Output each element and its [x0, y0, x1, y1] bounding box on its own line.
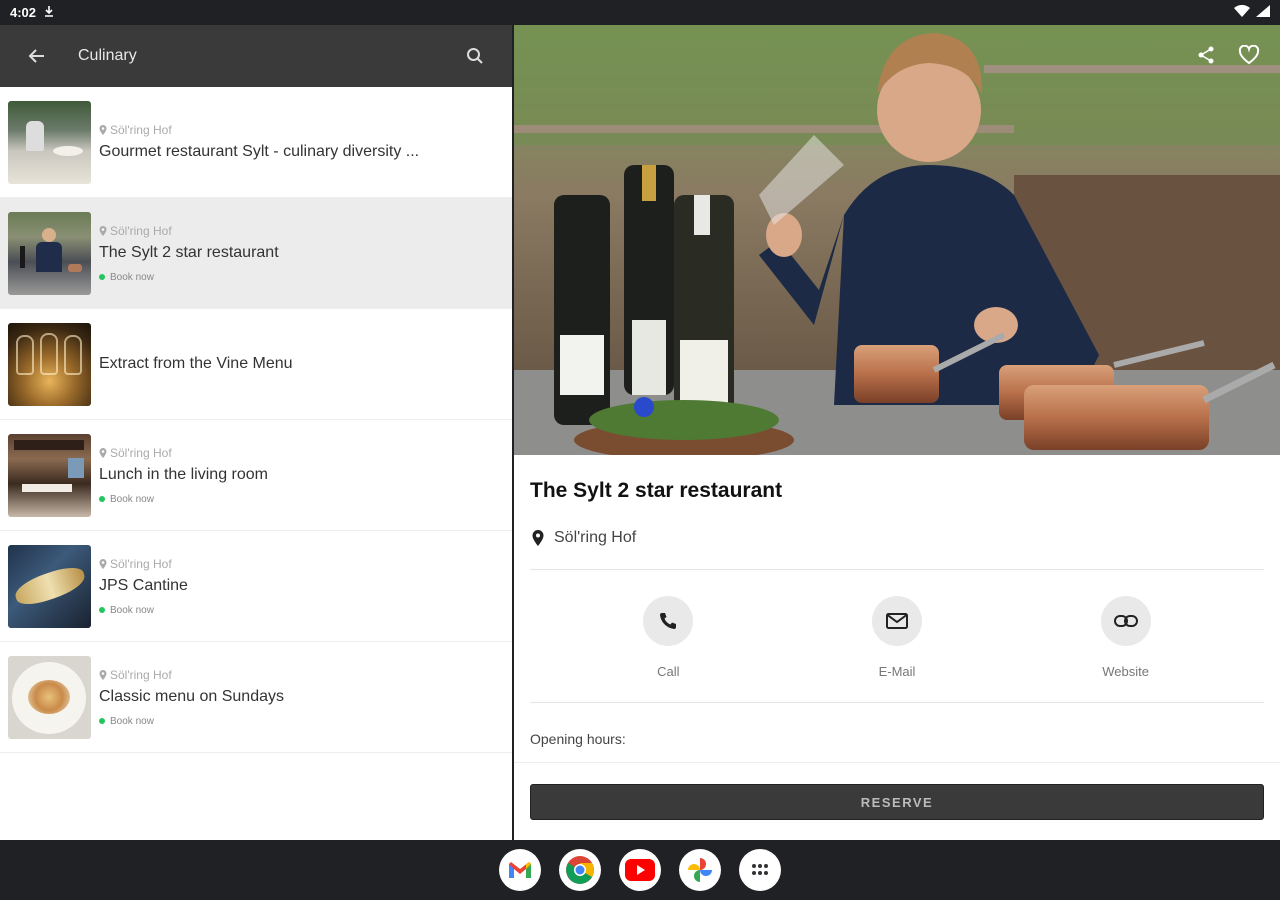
location-pin-icon [99, 669, 107, 680]
gmail-icon[interactable] [499, 849, 541, 891]
call-label: Call [657, 664, 680, 679]
share-icon [1198, 46, 1214, 64]
call-button[interactable]: Call [598, 596, 738, 702]
list-item[interactable]: Söl'ring Hof JPS Cantine Book now [0, 531, 512, 642]
opening-hours-label: Opening hours: [530, 731, 626, 747]
book-now-label: Book now [110, 271, 154, 283]
detail-location-label: Söl'ring Hof [554, 529, 637, 546]
list-item-thumbnail [8, 544, 91, 628]
wifi-icon [1234, 4, 1250, 20]
search-button[interactable] [458, 39, 492, 73]
app-bar: Culinary [0, 25, 512, 87]
list-item-thumbnail [8, 433, 91, 517]
contact-actions: Call E-Mail Website [514, 570, 1280, 702]
list-item-thumbnail [8, 322, 91, 406]
location-pin-icon [99, 125, 107, 135]
book-now-label: Book now [110, 715, 154, 727]
divider [530, 702, 1264, 703]
list-item[interactable]: Söl'ring Hof Gourmet restaurant Sylt - c… [0, 87, 512, 198]
email-button[interactable]: E-Mail [827, 596, 967, 702]
list-item[interactable]: Söl'ring Hof Lunch in the living room Bo… [0, 420, 512, 531]
list-item-location: Söl'ring Hof [110, 445, 172, 460]
detail-location: Söl'ring Hof [532, 529, 1280, 547]
location-pin-icon [532, 530, 544, 546]
app-drawer-icon[interactable] [739, 849, 781, 891]
book-now-label: Book now [110, 604, 154, 616]
list-item-thumbnail [8, 655, 91, 739]
book-now-badge: Book now [99, 272, 279, 283]
taskbar [0, 840, 1280, 900]
download-icon [44, 5, 54, 20]
location-pin-icon [99, 225, 107, 236]
list-item-title: The Sylt 2 star restaurant [99, 243, 279, 261]
favorite-button[interactable] [1238, 44, 1260, 70]
hero-photo [514, 25, 1280, 455]
phone-icon [660, 613, 677, 629]
signal-icon [1256, 5, 1270, 20]
list-item[interactable]: Söl'ring Hof Classic menu on Sundays Boo… [0, 642, 512, 753]
restaurant-list-pane: Culinary Söl'ring Hof Gourmet restaurant… [0, 25, 512, 840]
email-label: E-Mail [878, 664, 916, 679]
list-item[interactable]: Söl'ring Hof The Sylt 2 star restaurant … [0, 198, 512, 309]
share-button[interactable] [1196, 45, 1216, 70]
list-item-thumbnail [8, 211, 91, 295]
website-label: Website [1102, 664, 1149, 679]
heart-icon [1238, 44, 1260, 65]
detail-title: The Sylt 2 star restaurant [530, 479, 783, 502]
availability-dot [99, 496, 105, 502]
reserve-bar: RESERVE [514, 762, 1280, 840]
list-item-title: Extract from the Vine Menu [99, 355, 293, 372]
reserve-button[interactable]: RESERVE [530, 784, 1264, 820]
location-pin-icon [99, 558, 107, 569]
availability-dot [99, 274, 105, 280]
list-item[interactable]: Extract from the Vine Menu [0, 309, 512, 420]
list-item-title: Classic menu on Sundays [99, 687, 284, 705]
back-arrow-icon [28, 49, 44, 63]
list-item-location: Söl'ring Hof [110, 123, 172, 137]
book-now-label: Book now [110, 493, 154, 505]
app-bar-title: Culinary [78, 47, 137, 64]
book-now-badge: Book now [99, 605, 188, 616]
list-item-title: Lunch in the living room [99, 465, 268, 483]
list-item-location: Söl'ring Hof [110, 556, 172, 571]
location-pin-icon [99, 447, 107, 458]
list-item-location: Söl'ring Hof [110, 223, 172, 238]
availability-dot [99, 607, 105, 613]
status-bar: 4:02 [0, 0, 1280, 25]
book-now-badge: Book now [99, 494, 268, 505]
mail-icon [885, 613, 908, 629]
back-button[interactable] [20, 39, 54, 73]
search-icon [467, 48, 483, 64]
restaurant-detail-pane: The Sylt 2 star restaurant Söl'ring Hof … [514, 25, 1280, 840]
restaurant-list: Söl'ring Hof Gourmet restaurant Sylt - c… [0, 87, 512, 753]
list-item-title: Gourmet restaurant Sylt - culinary diver… [99, 143, 420, 160]
list-item-thumbnail [8, 100, 91, 184]
list-item-location: Söl'ring Hof [110, 667, 172, 682]
website-button[interactable]: Website [1056, 596, 1196, 702]
chrome-icon[interactable] [559, 849, 601, 891]
status-time: 4:02 [10, 5, 37, 20]
link-icon [1113, 615, 1138, 627]
list-item-title: JPS Cantine [99, 576, 188, 594]
availability-dot [99, 718, 105, 724]
youtube-icon[interactable] [619, 849, 661, 891]
hero-image [514, 25, 1280, 455]
book-now-badge: Book now [99, 716, 284, 727]
photos-icon[interactable] [679, 849, 721, 891]
